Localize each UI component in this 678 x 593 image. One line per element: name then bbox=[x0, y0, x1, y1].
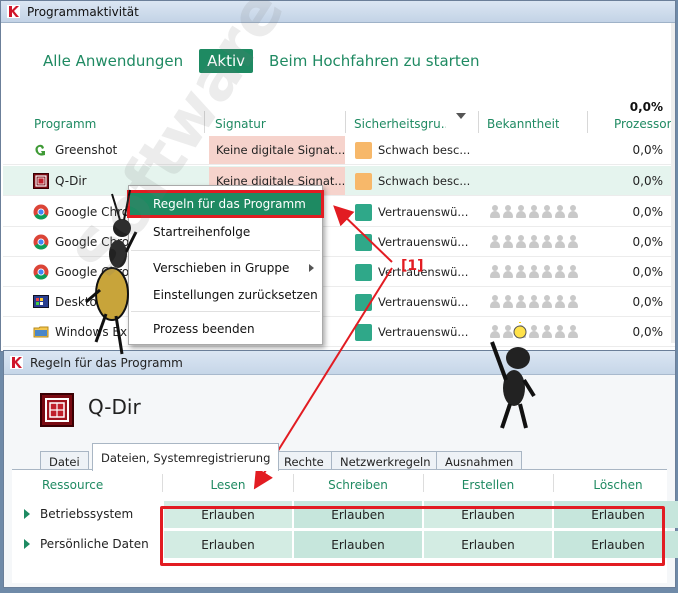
tab-files-registry[interactable]: Dateien, Systemregistrierung bbox=[92, 443, 280, 471]
cartoon-ant-figure bbox=[85, 189, 138, 355]
cartoon-thinking-figure bbox=[490, 322, 536, 429]
